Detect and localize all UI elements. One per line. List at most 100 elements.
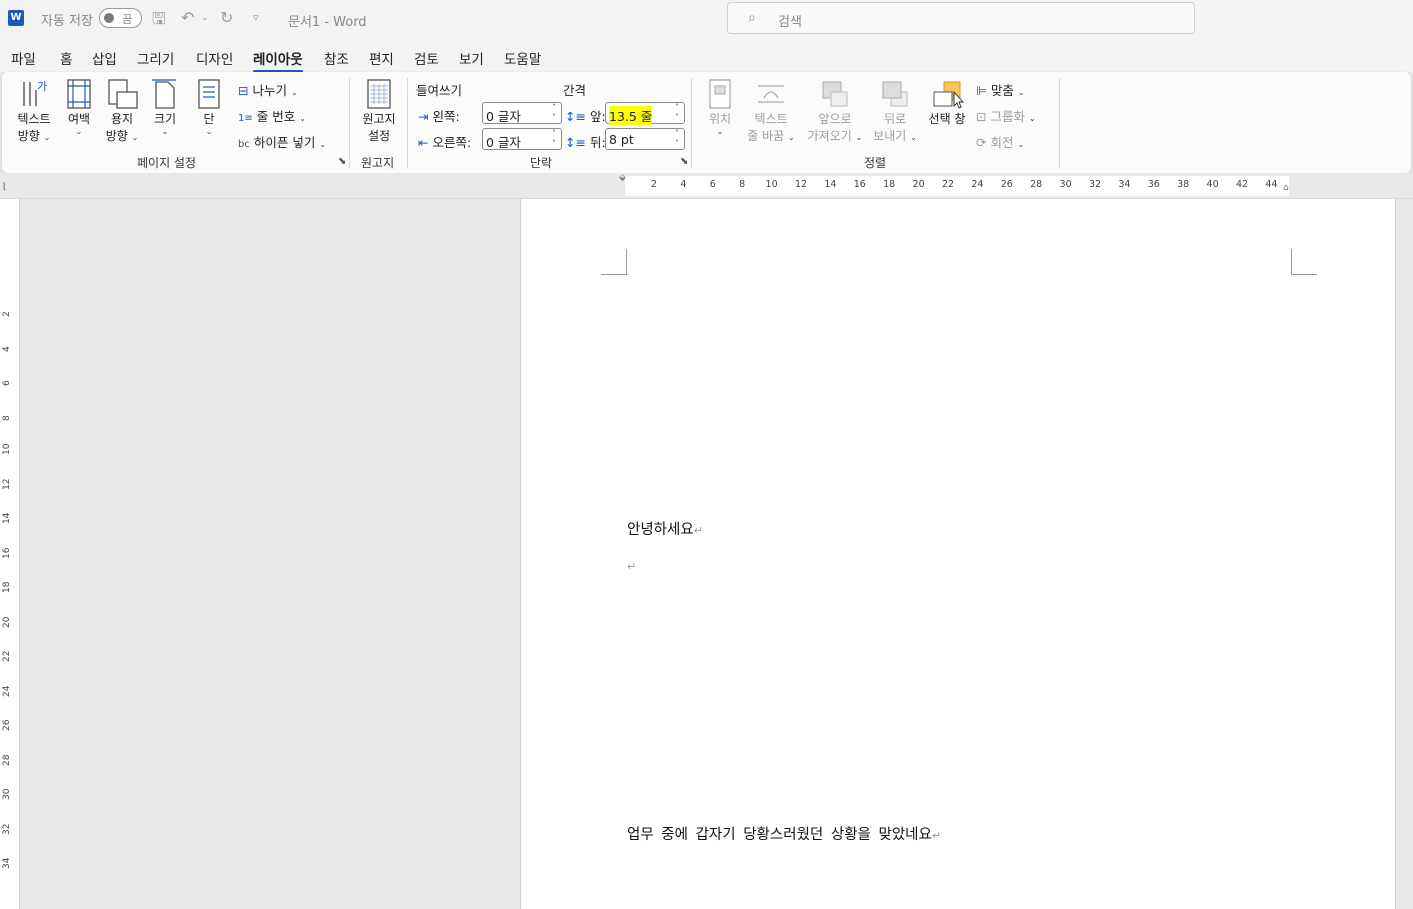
search-box[interactable]: ⌕ 검색 xyxy=(727,2,1195,34)
ruler-tick-label: 36 xyxy=(1147,179,1160,190)
align-button[interactable]: ⊫ 맞춤 ⌄ xyxy=(976,80,1025,99)
autosave-label: 자동 저장 xyxy=(41,14,93,29)
indent-right-label-row: ⇤ 오른쪽: xyxy=(418,132,471,151)
group-objects-button[interactable]: ⊡ 그룹화 ⌄ xyxy=(976,106,1036,125)
chevron-down-icon: ⌄ xyxy=(205,127,213,136)
ruler-tick-label: 40 xyxy=(1206,179,1219,190)
spacing-before-value: 13.5 줄 xyxy=(609,106,653,125)
paragraph-group-label: 단락 xyxy=(530,156,553,170)
position-button[interactable]: 위치 ⌄ xyxy=(702,78,738,136)
save-icon[interactable]: 🖫 xyxy=(152,8,166,35)
chevron-down-icon: ⌄ xyxy=(1028,114,1036,123)
spin-arrows-icon[interactable]: ˄ ˅ xyxy=(549,129,559,149)
selection-pane-button[interactable]: 선택 창 xyxy=(924,78,970,127)
paragraph-2[interactable]: ↵ xyxy=(627,558,636,574)
indent-right-input[interactable]: 0 글자 ˄ ˅ xyxy=(482,128,562,150)
search-icon: ⌕ xyxy=(748,10,756,26)
manuscript-icon xyxy=(367,79,391,109)
paragraph-3[interactable]: 업무 중에 갑자기 당황스러웠던 상황을 맞았네요↵ xyxy=(627,823,941,844)
chevron-down-icon: ⌄ xyxy=(910,133,917,142)
breaks-button[interactable]: ⊟ 나누기 ⌄ xyxy=(238,80,298,99)
paragraph-mark: ↵ xyxy=(931,829,942,842)
paragraph-1-text: 안녕하세요 xyxy=(627,522,694,538)
ruler-tick-label: 8 xyxy=(739,179,746,190)
ribbon-tabs: 파일 홈 삽입 그리기 디자인 레이아웃 참조 편지 검토 보기 도움말 xyxy=(0,38,1413,73)
spin-arrows-icon[interactable]: ˄ ˅ xyxy=(672,103,682,123)
spacing-after-label-row: ↕≡ 뒤: xyxy=(565,132,606,151)
ruler-tick-label: 30 xyxy=(1059,179,1072,190)
text-direction-button[interactable]: 가 텍스트 방향 ⌄ xyxy=(12,78,56,144)
bring-forward-label-1: 앞으로 xyxy=(818,112,852,126)
columns-button[interactable]: 단 ⌄ xyxy=(194,78,224,136)
indent-left-label-row: ⇥ 왼쪽: xyxy=(418,106,460,125)
chevron-down-icon: ⌄ xyxy=(716,127,724,136)
redo-icon[interactable]: ↻ xyxy=(220,8,233,27)
undo-dropdown-chevron-icon[interactable]: ⌄ xyxy=(201,13,209,23)
spacing-before-input[interactable]: 13.5 줄 ˄ ˅ xyxy=(605,102,685,125)
tab-design[interactable]: 디자인 xyxy=(196,48,233,68)
margins-button[interactable]: 여백 ⌄ xyxy=(62,78,96,136)
tab-selector-icon[interactable]: ⌊ xyxy=(3,182,7,192)
spin-arrows-icon[interactable]: ˄ ˅ xyxy=(672,129,682,149)
tab-view[interactable]: 보기 xyxy=(459,48,484,68)
orientation-button[interactable]: 용지 방향 ⌄ xyxy=(102,78,142,144)
paragraph-1[interactable]: 안녕하세요↵ xyxy=(627,518,703,539)
ruler-tick-label: 20 xyxy=(912,179,925,190)
line-numbers-button[interactable]: 1≡ 줄 번호 ⌄ xyxy=(238,106,306,125)
vertical-ruler-tick-label: 2 xyxy=(2,311,12,317)
tab-file[interactable]: 파일 xyxy=(11,48,36,68)
tab-insert[interactable]: 삽입 xyxy=(92,48,117,68)
ruler-tick-label: 22 xyxy=(941,179,955,190)
bring-forward-button[interactable]: 앞으로 가져오기 ⌄ xyxy=(805,78,865,144)
ruler-tick-label: 32 xyxy=(1088,179,1102,190)
rotate-icon: ⟳ xyxy=(976,135,987,150)
word-app-icon: W xyxy=(8,10,24,26)
indent-marker-icon[interactable]: ⬙ xyxy=(619,173,626,183)
spacing-after-label: 뒤: xyxy=(589,135,606,150)
manuscript-settings-button[interactable]: 원고지 설정 xyxy=(358,78,400,144)
tab-references[interactable]: 참조 xyxy=(324,48,349,68)
customize-toolbar-icon[interactable]: ▿ xyxy=(253,11,259,24)
rotate-button[interactable]: ⟳ 회전 ⌄ xyxy=(976,132,1024,151)
size-button[interactable]: 크기 ⌄ xyxy=(148,78,182,136)
line-numbers-icon: 1≡ xyxy=(238,113,253,124)
tab-home[interactable]: 홈 xyxy=(60,48,72,68)
wrap-text-label-2: 줄 바꿈 xyxy=(747,129,785,143)
spacing-before-label-row: ↕≡ 앞: xyxy=(565,106,606,125)
paragraph-launcher-icon[interactable]: ⬊ xyxy=(680,156,688,167)
vertical-ruler-tick-label: 18 xyxy=(2,581,12,593)
text-direction-icon: 가 xyxy=(23,80,47,106)
page-setup-launcher-icon[interactable]: ⬊ xyxy=(338,156,346,167)
document-page[interactable]: 안녕하세요↵ ↵ 업무 중에 갑자기 당황스러웠던 상황을 맞았네요↵ xyxy=(520,199,1396,909)
tab-help[interactable]: 도움말 xyxy=(504,48,541,68)
spin-arrows-icon[interactable]: ˄ ˅ xyxy=(549,103,559,123)
spacing-after-input[interactable]: 8 pt ˄ ˅ xyxy=(605,128,685,150)
position-icon xyxy=(709,79,731,109)
ruler-tick-label: 38 xyxy=(1177,179,1190,190)
crop-mark-left xyxy=(601,249,627,275)
send-backward-icon xyxy=(882,81,908,107)
ribbon: 가 텍스트 방향 ⌄ 여백 ⌄ 용지 방향 ⌄ 크기 ⌄ 단 ⌄ ⊟ 나누기 ⌄… xyxy=(2,72,1411,173)
tab-layout[interactable]: 레이아웃 xyxy=(253,48,303,73)
undo-icon[interactable]: ↶ xyxy=(181,8,194,27)
vertical-ruler-tick-label: 10 xyxy=(2,443,12,455)
autosave-toggle[interactable]: 끔 xyxy=(99,8,142,28)
group-separator xyxy=(691,78,692,168)
selection-pane-icon xyxy=(933,81,964,109)
chevron-down-icon: ⌄ xyxy=(1017,88,1025,97)
chevron-down-icon: ⌄ xyxy=(1017,140,1025,149)
tab-mailings[interactable]: 편지 xyxy=(369,48,394,68)
indent-left-input[interactable]: 0 글자 ˄ ˅ xyxy=(482,102,562,124)
autosave-state: 끔 xyxy=(122,13,133,26)
indent-header: 들여쓰기 xyxy=(416,83,463,98)
size-label: 크기 xyxy=(153,112,177,126)
size-icon xyxy=(152,79,176,109)
tab-draw[interactable]: 그리기 xyxy=(137,48,174,68)
right-indent-marker-icon[interactable]: ⌂ xyxy=(1283,183,1289,193)
hyphenation-button[interactable]: bc 하이픈 넣기 ⌄ xyxy=(238,132,326,151)
chevron-down-icon: ⌄ xyxy=(75,127,83,136)
wrap-text-button[interactable]: 텍스트 줄 바꿈 ⌄ xyxy=(742,78,800,144)
send-backward-button[interactable]: 뒤로 보내기 ⌄ xyxy=(870,78,920,144)
group-separator xyxy=(349,78,350,168)
tab-review[interactable]: 검토 xyxy=(414,48,439,68)
